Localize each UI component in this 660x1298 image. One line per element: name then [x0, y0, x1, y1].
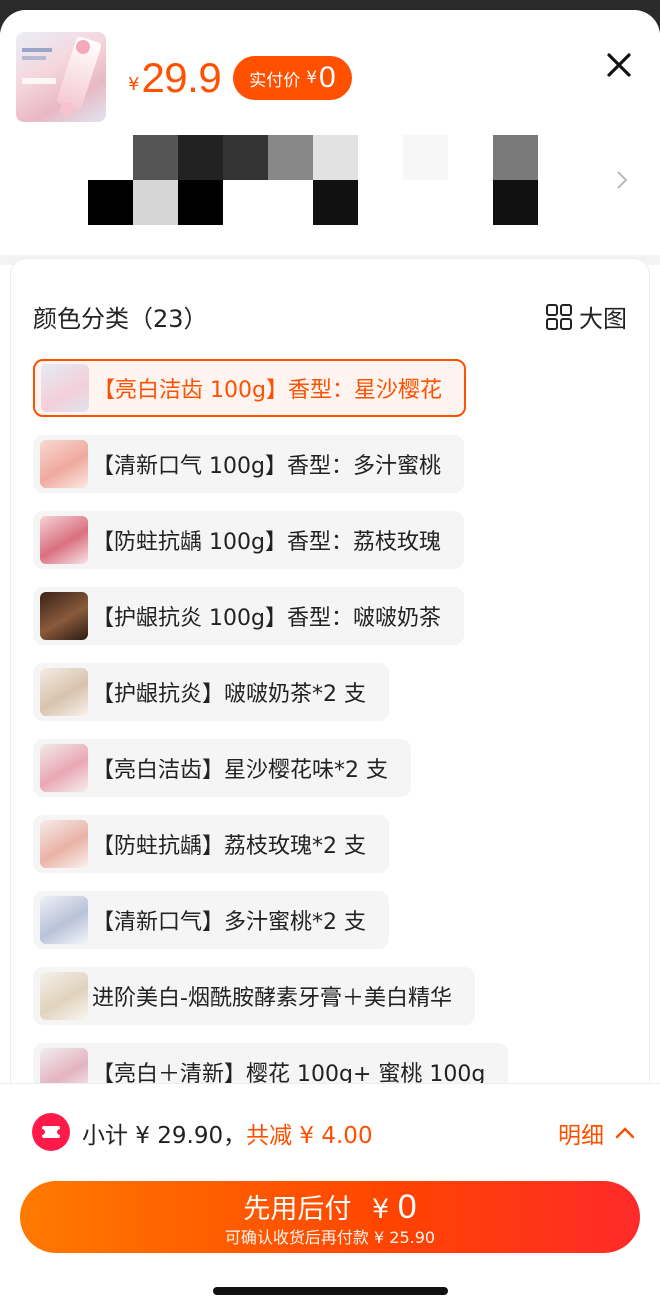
sku-options-panel: 颜色分类（23） 大图 【亮白洁齿 100g】香型：星沙樱花 【清新口气 100… — [10, 258, 650, 1101]
sku-option[interactable]: 【清新口气】多汁蜜桃*2 支 — [33, 891, 389, 949]
cta-main-line: 先用后付 ¥ 0 — [20, 1187, 640, 1227]
cta-value: 0 — [397, 1188, 417, 1226]
sku-option[interactable]: 进阶美白-烟酰胺酵素牙膏＋美白精华 — [33, 967, 475, 1025]
sku-option[interactable]: 【护龈抗炎】啵啵奶茶*2 支 — [33, 663, 389, 721]
coupon-icon — [32, 1113, 70, 1151]
sku-option-label: 【防蛀抗龋】荔枝玫瑰*2 支 — [92, 834, 366, 859]
big-image-label: 大图 — [579, 305, 627, 333]
sku-option-label: 【亮白洁齿 100g】香型：星沙樱花 — [93, 378, 442, 403]
sku-option-label: 【护龈抗炎 100g】香型：啵啵奶茶 — [92, 606, 441, 631]
sku-option-label: 【护龈抗炎】啵啵奶茶*2 支 — [92, 682, 366, 707]
thumb-text-line — [22, 48, 52, 52]
paid-price-value: 0 — [319, 61, 336, 94]
thumb-text-line — [22, 56, 46, 60]
sku-option-label: 【清新口气 100g】香型：多汁蜜桃 — [92, 454, 441, 479]
big-image-toggle[interactable]: 大图 — [545, 299, 627, 334]
thumb-flower — [76, 40, 90, 54]
cta-currency: ¥ — [371, 1194, 390, 1225]
sku-option-label: 【防蛀抗龋 100g】香型：荔枝玫瑰 — [92, 530, 441, 555]
sku-option-thumbnail — [40, 744, 88, 792]
sku-option-thumbnail — [40, 972, 88, 1020]
sheet-header: ¥ 29.9 实付价 ¥ 0 — [0, 10, 660, 255]
thumb-flower — [60, 102, 74, 116]
sku-option[interactable]: 【亮白洁齿】星沙樱花味*2 支 — [33, 739, 411, 797]
sku-group-title: 颜色分类（23） — [33, 305, 208, 333]
paid-price-currency: ¥ — [306, 68, 318, 88]
price-detail-toggle[interactable]: 明细 — [558, 1116, 638, 1150]
subtotal-text: 小计 ¥ 29.90， — [82, 1123, 247, 1149]
price-row: ¥ 29.9 实付价 ¥ 0 — [128, 54, 352, 102]
sku-option-thumbnail — [40, 516, 88, 564]
grid-icon — [546, 303, 572, 330]
paid-price-badge: 实付价 ¥ 0 — [233, 56, 352, 100]
paid-price-label: 实付价 — [249, 70, 301, 91]
address-chevron-right-icon[interactable] — [610, 168, 634, 192]
chevron-up-icon — [615, 1127, 635, 1139]
cta-sub-label: 可确认收货后再付款 ¥ 25.90 — [224, 1228, 436, 1247]
sku-option[interactable]: 【护龈抗炎 100g】香型：啵啵奶茶 — [33, 587, 464, 645]
redacted-address-block — [88, 135, 538, 225]
discount-text: 共减 ¥ 4.00 — [246, 1123, 373, 1149]
sku-option[interactable]: 【亮白洁齿 100g】香型：星沙樱花 — [33, 359, 466, 417]
product-thumbnail[interactable] — [16, 32, 106, 122]
sku-option-label: 进阶美白-烟酰胺酵素牙膏＋美白精华 — [92, 986, 452, 1011]
sku-option-label: 【清新口气】多汁蜜桃*2 支 — [92, 910, 366, 935]
price-value: 29.9 — [141, 54, 222, 101]
subtotal-summary: 小计 ¥ 29.90，共减 ¥ 4.00 — [82, 1116, 373, 1150]
sku-option[interactable]: 【清新口气 100g】香型：多汁蜜桃 — [33, 435, 464, 493]
sku-option-label: 【亮白洁齿】星沙樱花味*2 支 — [92, 758, 388, 783]
sku-option[interactable]: 【防蛀抗龋】荔枝玫瑰*2 支 — [33, 815, 389, 873]
sku-option[interactable]: 【防蛀抗龋 100g】香型：荔枝玫瑰 — [33, 511, 464, 569]
home-indicator — [213, 1287, 448, 1295]
sku-option-thumbnail — [40, 440, 88, 488]
close-icon — [607, 53, 631, 77]
checkout-bar: 小计 ¥ 29.90，共减 ¥ 4.00 明细 先用后付 ¥ 0 可确认收货后再… — [0, 1083, 660, 1298]
pay-later-button[interactable]: 先用后付 ¥ 0 可确认收货后再付款 ¥ 25.90 — [20, 1181, 640, 1253]
cta-main-label: 先用后付 — [243, 1194, 352, 1225]
sku-option-thumbnail — [41, 364, 89, 412]
sku-option-thumbnail — [40, 896, 88, 944]
sku-option-thumbnail — [40, 820, 88, 868]
close-button[interactable] — [598, 44, 640, 86]
price-currency: ¥ — [128, 73, 140, 95]
thumb-text-line — [22, 78, 56, 84]
sku-sheet: ¥ 29.9 实付价 ¥ 0 颜色分类（23） 大图 【亮白洁齿 100g】香型… — [0, 10, 660, 1298]
detail-label: 明细 — [558, 1123, 604, 1149]
sku-option-thumbnail — [40, 592, 88, 640]
sku-option-thumbnail — [40, 668, 88, 716]
